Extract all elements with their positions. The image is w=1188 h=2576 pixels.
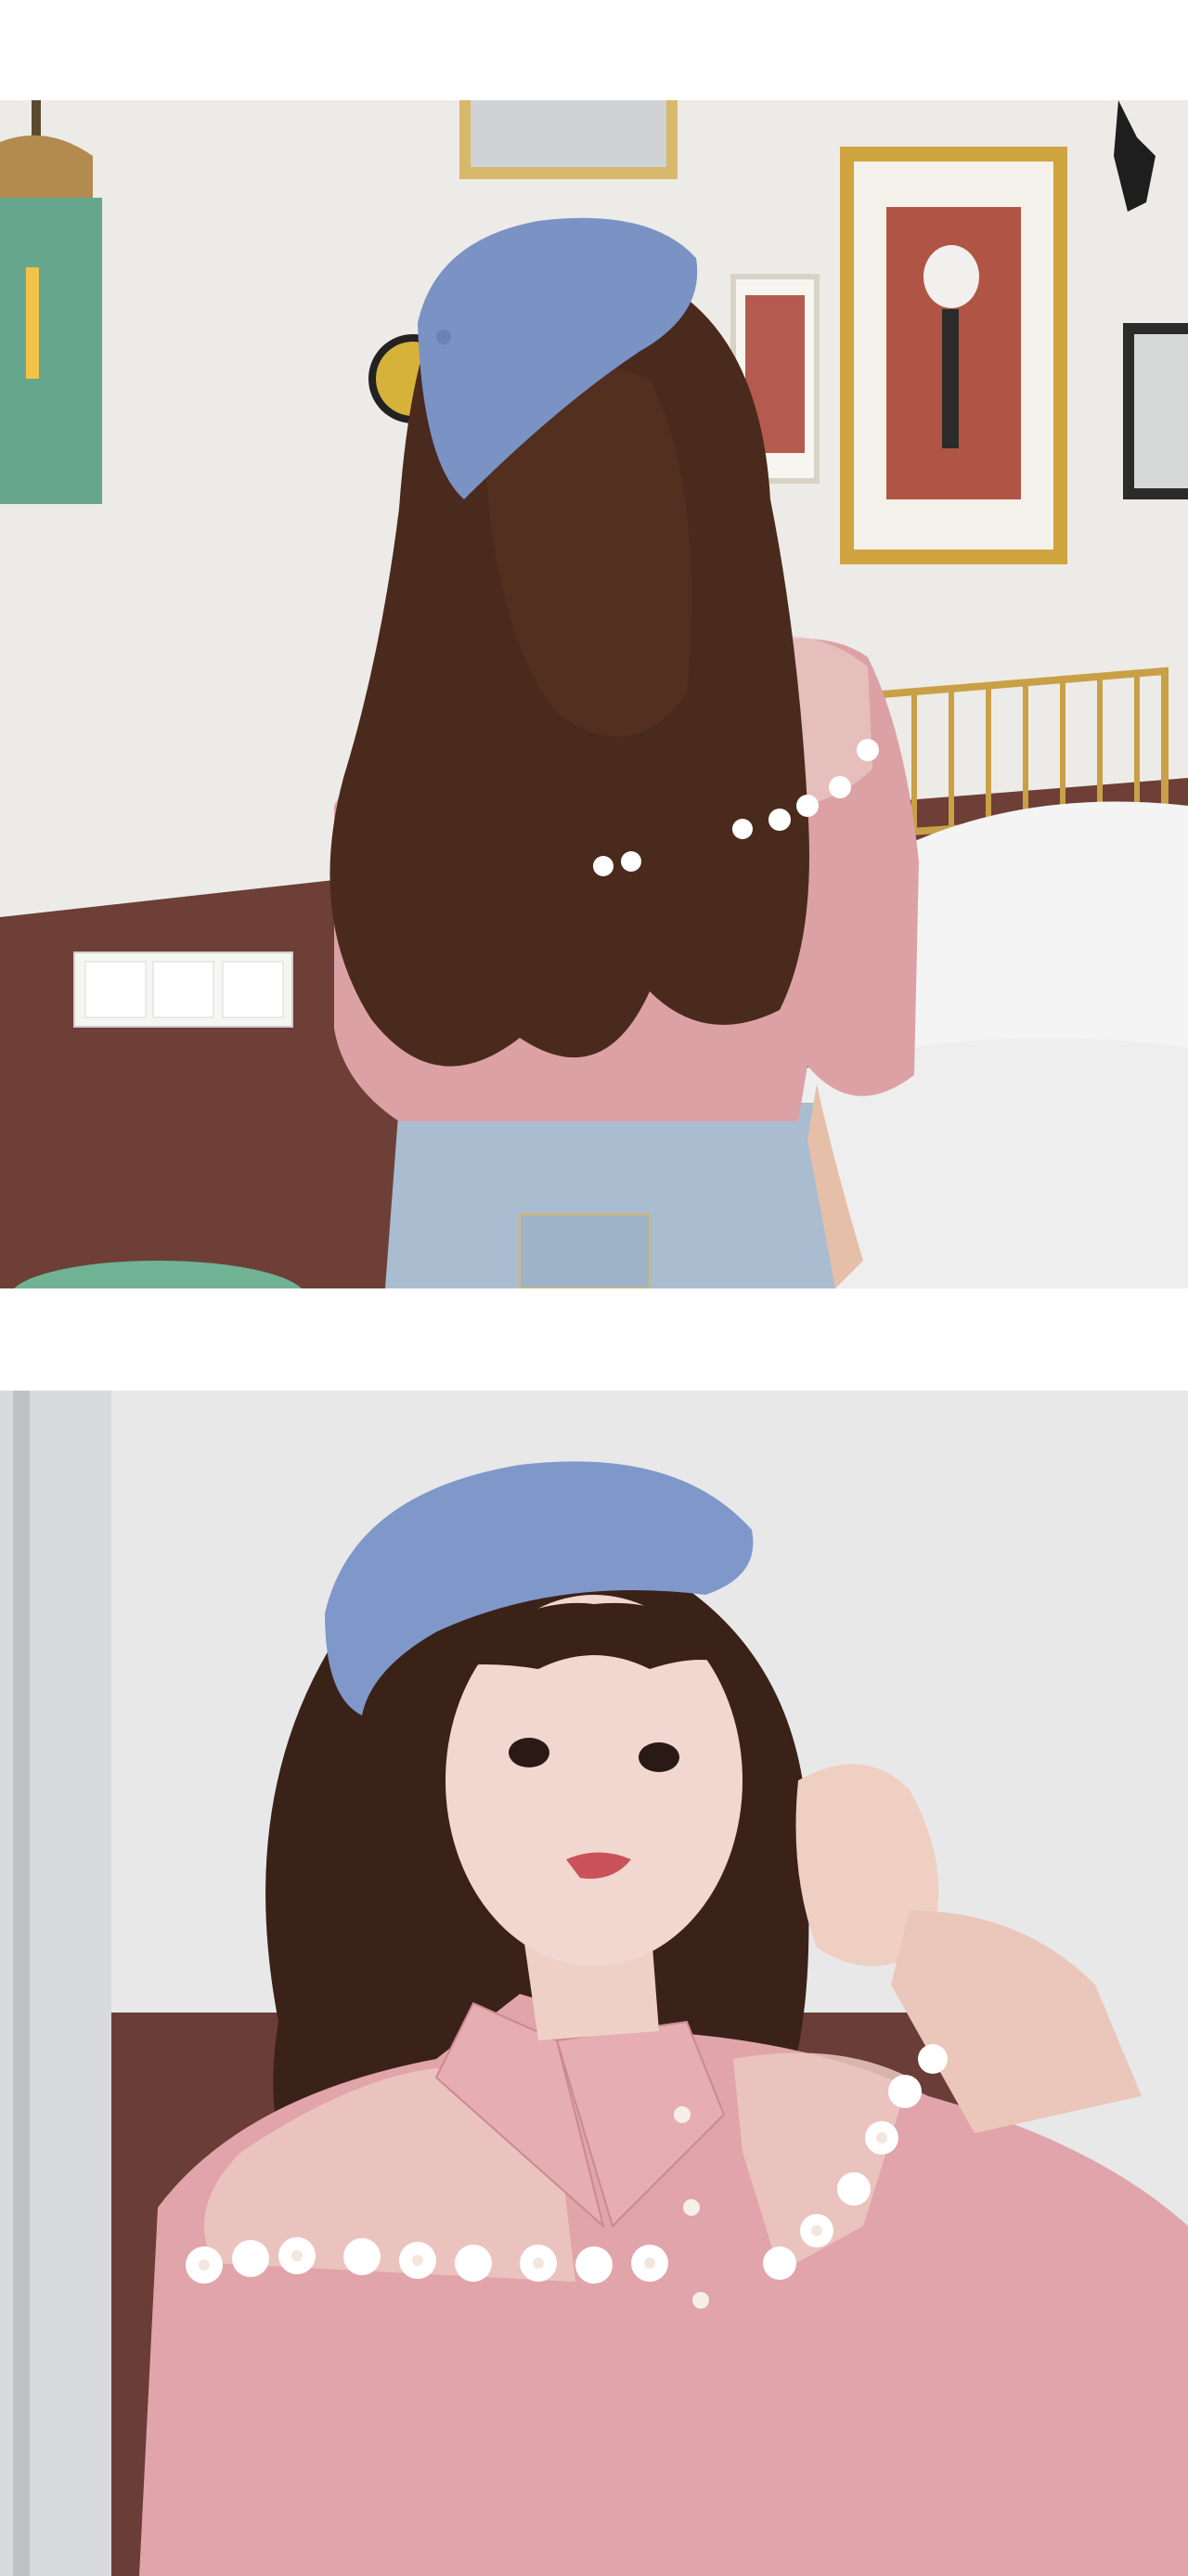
pillow [891,801,1188,1075]
product-photo-front-portrait [0,1391,1188,2576]
left-eye [509,1738,549,1767]
front-portrait-illustration [0,1391,1188,2576]
right-eye [639,1742,679,1772]
product-photo-back-view [0,100,1188,1288]
back-view-illustration [0,100,1188,1288]
lamp-glass-shade [0,198,102,504]
